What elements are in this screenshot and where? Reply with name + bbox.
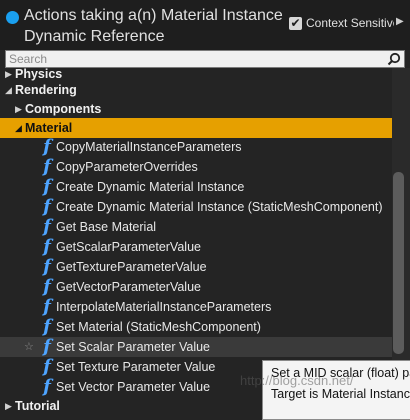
function-icon: f	[43, 157, 51, 177]
function-item[interactable]: f Create Dynamic Material Instance	[0, 177, 392, 197]
tooltip: Set a MID scalar (float) parameter value…	[262, 360, 410, 420]
tooltip-line: Target is Material Instance Dynamic	[271, 387, 410, 401]
function-icon: f	[43, 137, 51, 157]
function-icon: f	[43, 357, 51, 377]
function-icon: f	[43, 257, 51, 277]
category-label: Material	[25, 121, 73, 135]
context-arrow-icon[interactable]: ▶	[396, 16, 404, 27]
function-item[interactable]: f GetTextureParameterValue	[0, 257, 392, 277]
function-icon: f	[43, 237, 51, 257]
function-item[interactable]: f Set Material (StaticMeshComponent)	[0, 317, 392, 337]
function-icon: f	[43, 297, 51, 317]
search-box[interactable]	[5, 50, 405, 68]
function-label: Create Dynamic Material Instance (Static…	[56, 200, 383, 214]
title-dot-icon	[6, 11, 19, 24]
function-icon: f	[43, 317, 51, 337]
function-label: GetScalarParameterValue	[56, 240, 201, 254]
function-icon: f	[43, 277, 51, 297]
function-item[interactable]: f GetVectorParameterValue	[0, 277, 392, 297]
window-header: Actions taking a(n) Material Instance Dy…	[0, 0, 410, 50]
category-label: Components	[25, 102, 102, 116]
category-label: Tutorial	[15, 399, 60, 410]
function-label: Get Base Material	[56, 220, 157, 234]
function-icon: f	[43, 337, 51, 357]
function-item[interactable]: f Get Base Material	[0, 217, 392, 237]
scrollbar-thumb[interactable]	[393, 172, 404, 354]
expanded-arrow-icon[interactable]: ◢	[5, 80, 12, 100]
favorite-star-icon[interactable]: ☆	[24, 337, 34, 357]
collapsed-arrow-icon[interactable]: ▶	[5, 396, 12, 410]
collapsed-arrow-icon[interactable]: ▶	[15, 99, 22, 119]
search-input[interactable]	[9, 51, 379, 67]
function-item[interactable]: f CopyMaterialInstanceParameters	[0, 137, 392, 157]
function-label: GetTextureParameterValue	[56, 260, 207, 274]
function-item[interactable]: f Create Dynamic Material Instance (Stat…	[0, 197, 392, 217]
function-icon: f	[43, 377, 51, 397]
category-label: Rendering	[15, 83, 77, 97]
function-label: CopyParameterOverrides	[56, 160, 198, 174]
expanded-arrow-icon[interactable]: ◢	[15, 118, 22, 138]
function-item[interactable]: f GetScalarParameterValue	[0, 237, 392, 257]
category-material[interactable]: ◢ Material	[0, 118, 392, 138]
function-label: Set Scalar Parameter Value	[56, 340, 211, 354]
function-label: Create Dynamic Material Instance	[56, 180, 245, 194]
tooltip-line: Set a MID scalar (float) parameter value	[271, 366, 410, 380]
function-icon: f	[43, 217, 51, 237]
function-label: CopyMaterialInstanceParameters	[56, 140, 242, 154]
window-title: Actions taking a(n) Material Instance Dy…	[24, 7, 283, 45]
category-components[interactable]: ▶ Components	[0, 99, 392, 119]
context-sensitive-checkbox[interactable]: ✔	[289, 17, 302, 30]
function-label: Set Vector Parameter Value	[56, 380, 211, 394]
function-label: InterpolateMaterialInstanceParameters	[56, 300, 272, 314]
function-icon: f	[43, 177, 51, 197]
function-item[interactable]: f InterpolateMaterialInstanceParameters	[0, 297, 392, 317]
function-item-hovered[interactable]: ☆ f Set Scalar Parameter Value	[0, 337, 392, 357]
context-sensitive-label[interactable]: Context Sensitive	[306, 16, 394, 30]
function-item[interactable]: f CopyParameterOverrides	[0, 157, 392, 177]
action-tree: ▶ Physics ◢ Rendering ▶ Components ◢ Mat…	[0, 68, 392, 410]
function-label: GetVectorParameterValue	[56, 280, 201, 294]
function-label: Set Texture Parameter Value	[56, 360, 216, 374]
search-icon[interactable]	[387, 52, 401, 66]
function-icon: f	[43, 197, 51, 217]
function-label: Set Material (StaticMeshComponent)	[56, 320, 261, 334]
category-rendering[interactable]: ◢ Rendering	[0, 80, 392, 100]
